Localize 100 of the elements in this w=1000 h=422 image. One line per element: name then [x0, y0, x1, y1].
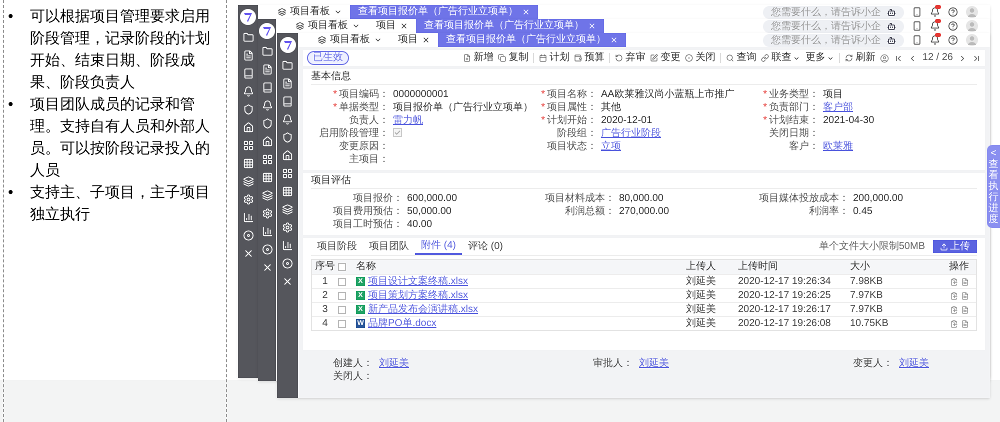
home-icon[interactable] — [262, 136, 272, 147]
detail-tab[interactable]: 附件 (4) — [415, 238, 462, 255]
book-icon[interactable] — [262, 82, 272, 93]
checkbox[interactable] — [393, 128, 402, 137]
cross-icon[interactable] — [282, 276, 293, 287]
shield-icon[interactable] — [242, 104, 254, 115]
next-icon[interactable] — [958, 54, 967, 62]
close-icon[interactable] — [400, 22, 408, 30]
toolbar-button[interactable]: 复制 — [498, 53, 528, 63]
folder-icon[interactable] — [282, 60, 293, 71]
file-link[interactable]: 项目设计文案终稿.xlsx — [368, 276, 468, 286]
cross-icon[interactable] — [262, 262, 272, 273]
robot-icon[interactable] — [887, 22, 896, 30]
grid-icon[interactable] — [262, 154, 272, 165]
toolbar-button[interactable]: 关闭 — [685, 53, 716, 63]
book-icon[interactable] — [282, 96, 293, 107]
book-icon[interactable] — [242, 68, 254, 79]
grid-icon[interactable] — [242, 158, 254, 169]
document-icon[interactable] — [960, 320, 968, 328]
robot-icon[interactable] — [887, 8, 896, 16]
search-field[interactable]: 您需要什么，请告诉小企 — [763, 20, 904, 32]
bell-icon[interactable] — [930, 35, 940, 45]
field-link[interactable]: 欧莱雅 — [823, 140, 853, 152]
file-link[interactable]: 品牌PO单.docx — [368, 318, 436, 328]
copy-icon[interactable] — [950, 278, 958, 286]
document-icon[interactable] — [960, 278, 968, 286]
detail-tab[interactable]: 评论 (0) — [462, 238, 509, 255]
bell-icon[interactable] — [262, 100, 272, 111]
close-icon[interactable] — [422, 36, 430, 44]
page-tab[interactable]: 查看项目报价单（广告行业立项单） — [416, 19, 604, 33]
field-link[interactable]: 广告行业阶段 — [601, 128, 661, 138]
checkbox[interactable] — [338, 292, 346, 300]
checkbox[interactable] — [338, 320, 346, 328]
shield-icon[interactable] — [262, 118, 272, 129]
help-icon[interactable] — [948, 21, 958, 31]
person-link[interactable]: 刘延美 — [379, 359, 409, 369]
settings-icon[interactable] — [262, 208, 272, 219]
cross-icon[interactable] — [242, 248, 254, 259]
toolbar-button[interactable]: 查询 — [726, 53, 756, 63]
detail-tab[interactable]: 项目团队 — [363, 238, 415, 255]
bell-icon[interactable] — [282, 114, 293, 125]
toolbar-button[interactable]: 弃审 — [615, 53, 646, 63]
bell-icon[interactable] — [930, 7, 940, 17]
field-link[interactable]: 立项 — [601, 140, 621, 152]
copy-icon[interactable] — [950, 292, 958, 300]
menu-tab[interactable]: 项目看板 — [288, 19, 368, 33]
toolbar-button[interactable]: 联查 — [761, 53, 800, 63]
user-icon[interactable] — [880, 54, 890, 62]
layers-icon[interactable] — [262, 190, 272, 201]
layers-icon[interactable] — [242, 176, 254, 187]
toolbar-button[interactable]: 更多 — [805, 53, 834, 63]
copy-icon[interactable] — [950, 306, 958, 314]
person-link[interactable]: 刘延美 — [899, 359, 929, 369]
detail-tab[interactable]: 项目阶段 — [311, 238, 363, 255]
disc-icon[interactable] — [242, 230, 254, 241]
bar-chart-icon[interactable] — [262, 226, 272, 237]
help-icon[interactable] — [948, 7, 958, 17]
grid-icon[interactable] — [242, 140, 254, 151]
toolbar-button[interactable]: 新增 — [463, 53, 494, 63]
folder-icon[interactable] — [242, 32, 254, 43]
field-link[interactable]: 雷力帆 — [393, 114, 423, 126]
grid-icon[interactable] — [282, 186, 293, 197]
page-tab[interactable]: 项目 — [368, 19, 416, 33]
first-page-icon[interactable] — [894, 54, 904, 62]
last-page-icon[interactable] — [972, 54, 981, 62]
grid-icon[interactable] — [262, 172, 272, 183]
file-link[interactable]: 新产品发布会演讲稿.xlsx — [368, 304, 478, 314]
folder-icon[interactable] — [262, 46, 272, 57]
bar-chart-icon[interactable] — [242, 212, 254, 223]
document-icon[interactable] — [960, 306, 968, 314]
field-link[interactable]: 客户部 — [823, 102, 853, 112]
shield-icon[interactable] — [282, 132, 293, 143]
phone-icon[interactable] — [912, 21, 922, 31]
checkbox[interactable] — [338, 263, 346, 271]
disc-icon[interactable] — [262, 244, 272, 255]
bar-chart-icon[interactable] — [282, 240, 293, 251]
bell-icon[interactable] — [242, 86, 254, 97]
menu-tab[interactable]: 项目看板 — [270, 5, 350, 19]
menu-tab[interactable]: 项目看板 — [310, 33, 390, 47]
refresh-button[interactable]: 刷新 — [845, 53, 876, 63]
help-icon[interactable] — [948, 35, 958, 45]
copy-icon[interactable] — [950, 320, 958, 328]
home-icon[interactable] — [242, 122, 254, 133]
phone-icon[interactable] — [912, 35, 922, 45]
layers-icon[interactable] — [282, 204, 293, 215]
phone-icon[interactable] — [912, 7, 922, 17]
file-link[interactable]: 项目策划方案终稿.xlsx — [368, 290, 468, 300]
search-field[interactable]: 您需要什么，请告诉小企 — [763, 34, 904, 46]
bell-icon[interactable] — [930, 21, 940, 31]
settings-icon[interactable] — [282, 222, 293, 233]
home-icon[interactable] — [282, 150, 293, 161]
page-tab[interactable]: 查看项目报价单（广告行业立项单） — [350, 5, 538, 19]
settings-icon[interactable] — [242, 194, 254, 205]
toolbar-button[interactable]: 计划 — [539, 53, 570, 63]
toolbar-button[interactable]: 变更 — [650, 53, 680, 63]
robot-icon[interactable] — [887, 36, 896, 44]
grid-icon[interactable] — [282, 168, 293, 179]
search-field[interactable]: 您需要什么，请告诉小企 — [763, 6, 904, 18]
checkbox[interactable] — [338, 306, 346, 314]
page-tab[interactable]: 项目 — [390, 33, 438, 47]
